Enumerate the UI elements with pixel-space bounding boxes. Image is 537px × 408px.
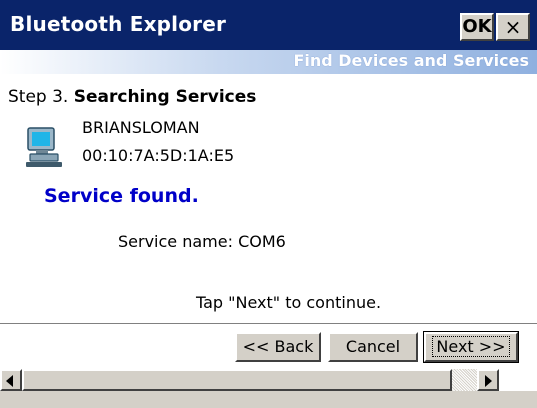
scroll-left-button[interactable] <box>0 369 22 391</box>
step-title: Searching Services <box>73 87 257 107</box>
scrollbar-corner <box>499 369 537 391</box>
status-message: Service found. <box>44 185 199 207</box>
window-title: Bluetooth Explorer <box>10 12 227 36</box>
next-button-label: Next >> <box>432 336 510 357</box>
computer-icon <box>26 127 62 167</box>
title-bar: Bluetooth Explorer OK × <box>0 0 537 50</box>
step-heading: Step 3. Searching Services <box>8 87 256 107</box>
wizard-header-band: Find Devices and Services <box>0 50 537 74</box>
arrow-right-icon <box>485 375 492 387</box>
bottom-strip <box>0 391 537 408</box>
scroll-thumb[interactable] <box>22 369 452 391</box>
cancel-button[interactable]: Cancel <box>328 332 418 362</box>
device-address: 00:10:7A:5D:1A:E5 <box>82 146 235 165</box>
device-name: BRIANSLOMAN <box>82 118 200 137</box>
horizontal-scrollbar[interactable] <box>0 369 537 391</box>
scroll-right-button[interactable] <box>477 369 499 391</box>
bluetooth-explorer-window: Bluetooth Explorer OK × Find Devices and… <box>0 0 537 408</box>
next-button[interactable]: Next >> <box>423 331 519 363</box>
arrow-left-icon <box>6 375 13 387</box>
service-name: Service name: COM6 <box>118 232 286 251</box>
separator <box>0 323 537 325</box>
wizard-subtitle: Find Devices and Services <box>293 51 529 70</box>
close-button[interactable]: × <box>496 13 530 41</box>
step-number: Step 3. <box>8 87 69 107</box>
continue-hint: Tap "Next" to continue. <box>195 293 382 312</box>
ok-button[interactable]: OK <box>460 13 494 41</box>
back-button[interactable]: << Back <box>235 332 321 362</box>
